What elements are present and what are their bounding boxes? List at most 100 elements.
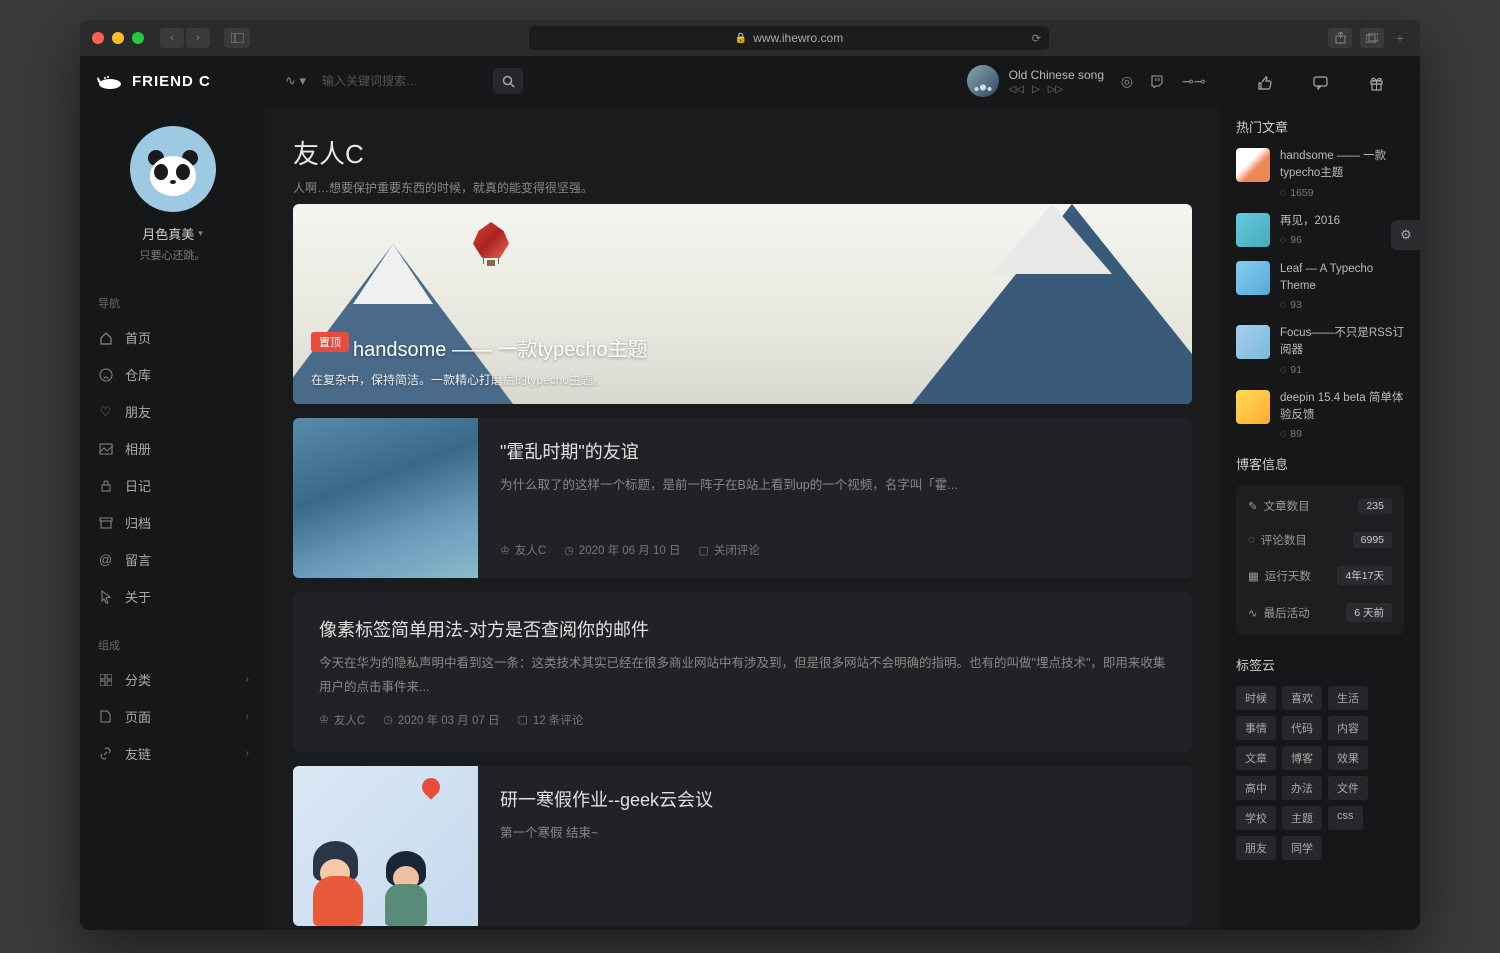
hot-post-item[interactable]: 再见，2016 ◌ 96 (1236, 213, 1404, 247)
tag[interactable]: 主题 (1282, 806, 1322, 830)
activity-icon[interactable]: ∿ ▾ (285, 73, 306, 89)
nav-categories[interactable]: 分类› (80, 661, 265, 698)
blog-info-title: 博客信息 (1236, 454, 1404, 473)
tag[interactable]: 高中 (1236, 776, 1276, 800)
hot-count: ◌ 93 (1280, 299, 1404, 311)
tag[interactable]: 代码 (1282, 716, 1322, 740)
next-track-button[interactable]: ▷▷ (1048, 84, 1063, 95)
nav-about[interactable]: 关于 (80, 578, 265, 615)
nav-pages[interactable]: 页面› (80, 698, 265, 735)
tag[interactable]: 效果 (1328, 746, 1368, 770)
reload-button[interactable]: ⟳ (1032, 32, 1041, 45)
chat-icon-sm: ◌ (1280, 187, 1286, 199)
calendar-icon: ▦ (1248, 569, 1259, 583)
hot-count: ◌ 91 (1280, 364, 1404, 376)
key-icon[interactable]: ⊸⊸ (1182, 73, 1200, 90)
tag[interactable]: 博客 (1282, 746, 1322, 770)
tag[interactable]: 事情 (1236, 716, 1276, 740)
tag[interactable]: 学校 (1236, 806, 1276, 830)
nav-archive[interactable]: 归档 (80, 504, 265, 541)
tag[interactable]: 生活 (1328, 686, 1368, 710)
pointer-icon (98, 589, 113, 604)
search-input[interactable] (322, 74, 477, 88)
blog-info-box: ✎文章数目235 ◌评论数目6995 ▦运行天数4年17天 ∿最后活动6 天前 (1236, 485, 1404, 635)
post-excerpt: 为什么取了的这样一个标题，是前一阵子在B站上看到up的一个视频，名字叫「霍... (500, 474, 1170, 530)
chat-icon-sm: ◌ (1280, 364, 1286, 376)
tag[interactable]: 时候 (1236, 686, 1276, 710)
post-excerpt: 第一个寒假 结束~ (500, 822, 1170, 906)
search-button[interactable] (493, 68, 523, 94)
nav-guestbook[interactable]: @留言 (80, 541, 265, 578)
lock-icon (98, 478, 113, 493)
hot-count: ◌ 96 (1280, 234, 1404, 246)
nav-album[interactable]: 相册 (80, 430, 265, 467)
brand[interactable]: FRIEND C (80, 56, 265, 106)
tag[interactable]: 内容 (1328, 716, 1368, 740)
comment-icon: ▢ (517, 713, 527, 726)
nav-links[interactable]: 友链› (80, 735, 265, 772)
hot-post-item[interactable]: Leaf — A Typecho Theme ◌ 93 (1236, 261, 1404, 312)
stat-value: 235 (1358, 498, 1392, 514)
like-button[interactable] (1257, 76, 1272, 91)
play-button[interactable]: ▷ (1032, 84, 1040, 95)
forward-button[interactable]: › (186, 28, 210, 48)
stat-value: 6995 (1353, 532, 1392, 548)
post-card[interactable]: "霍乱时期"的友谊 为什么取了的这样一个标题，是前一阵子在B站上看到up的一个视… (293, 418, 1192, 578)
page-title: 友人C (293, 134, 1192, 171)
tag[interactable]: 同学 (1282, 836, 1322, 860)
user-icon: ♔ (319, 713, 329, 726)
user-icon: ♔ (500, 544, 510, 557)
tag[interactable]: 文章 (1236, 746, 1276, 770)
sidebar-toggle-button[interactable] (224, 28, 250, 48)
nav-repo[interactable]: 仓库 (80, 356, 265, 393)
clock-icon: ◷ (383, 713, 393, 726)
hot-thumb (1236, 148, 1270, 182)
gift-button[interactable] (1369, 76, 1384, 91)
settings-drawer-button[interactable]: ⚙ (1391, 220, 1420, 250)
comment-icon: ▢ (698, 544, 708, 557)
hot-posts-title: 热门文章 (1236, 117, 1404, 136)
maximize-window-button[interactable] (132, 32, 144, 44)
prev-track-button[interactable]: ◁◁ (1009, 84, 1024, 95)
tabs-button[interactable] (1360, 28, 1384, 48)
new-tab-button[interactable]: + (1392, 30, 1408, 46)
tag[interactable]: css (1328, 806, 1363, 830)
share-button[interactable] (1328, 28, 1352, 48)
hot-title: Leaf — A Typecho Theme (1280, 261, 1404, 296)
nav-friends[interactable]: ♡朋友 (80, 393, 265, 430)
hot-post-item[interactable]: deepin 15.4 beta 简单体验反馈◌ 89 (1236, 390, 1404, 441)
now-playing[interactable]: Old Chinese song ◁◁ ▷ ▷▷ (967, 65, 1104, 97)
titlebar: ‹ › 🔒 www.ihewro.com ⟳ + (80, 20, 1420, 56)
tag[interactable]: 朋友 (1236, 836, 1276, 860)
nav-diary[interactable]: 日记 (80, 467, 265, 504)
hot-thumb (1236, 213, 1270, 247)
profile-name[interactable]: 月色真美 ▾ (142, 224, 203, 243)
hot-title: 再见，2016 (1280, 213, 1404, 230)
hot-title: Focus——不只是RSS订阅器 (1280, 325, 1404, 360)
stat-value: 4年17天 (1337, 566, 1392, 585)
hot-post-item[interactable]: handsome —— 一款typecho主题◌ 1659 (1236, 148, 1404, 199)
address-bar[interactable]: 🔒 www.ihewro.com ⟳ (529, 26, 1049, 50)
sticky-badge: 置顶 (311, 332, 349, 352)
twitch-icon[interactable] (1150, 74, 1168, 88)
post-meta: ♔友人C ◷2020 年 06 月 10 日 ▢关闭评论 (500, 542, 1170, 558)
back-button[interactable]: ‹ (160, 28, 184, 48)
post-card[interactable]: 研一寒假作业--geek云会议 第一个寒假 结束~ (293, 766, 1192, 926)
tag[interactable]: 喜欢 (1282, 686, 1322, 710)
nav-home[interactable]: 首页 (80, 319, 265, 356)
post-card[interactable]: 像素标签简单用法-对方是否查阅你的邮件 今天在华为的隐私声明中看到这一条：这类技… (293, 592, 1192, 752)
at-icon: @ (98, 552, 113, 567)
close-window-button[interactable] (92, 32, 104, 44)
tag[interactable]: 办法 (1282, 776, 1322, 800)
hero-post[interactable]: 置顶 handsome —— 一款typecho主题 在复杂中，保持简洁。一款精… (293, 204, 1192, 404)
sidebar: FRIEND C 月色真美 ▾ 只要心还跳。 导航 首页 仓库 (80, 56, 265, 930)
grid-icon (98, 672, 113, 687)
comment-button[interactable] (1313, 76, 1328, 91)
link-icon (98, 746, 113, 761)
rss-icon[interactable]: ◎ (1118, 73, 1136, 90)
tag[interactable]: 文件 (1328, 776, 1368, 800)
hot-post-item[interactable]: Focus——不只是RSS订阅器 ◌ 91 (1236, 325, 1404, 376)
minimize-window-button[interactable] (112, 32, 124, 44)
window-controls (92, 32, 144, 44)
avatar[interactable] (130, 126, 216, 212)
